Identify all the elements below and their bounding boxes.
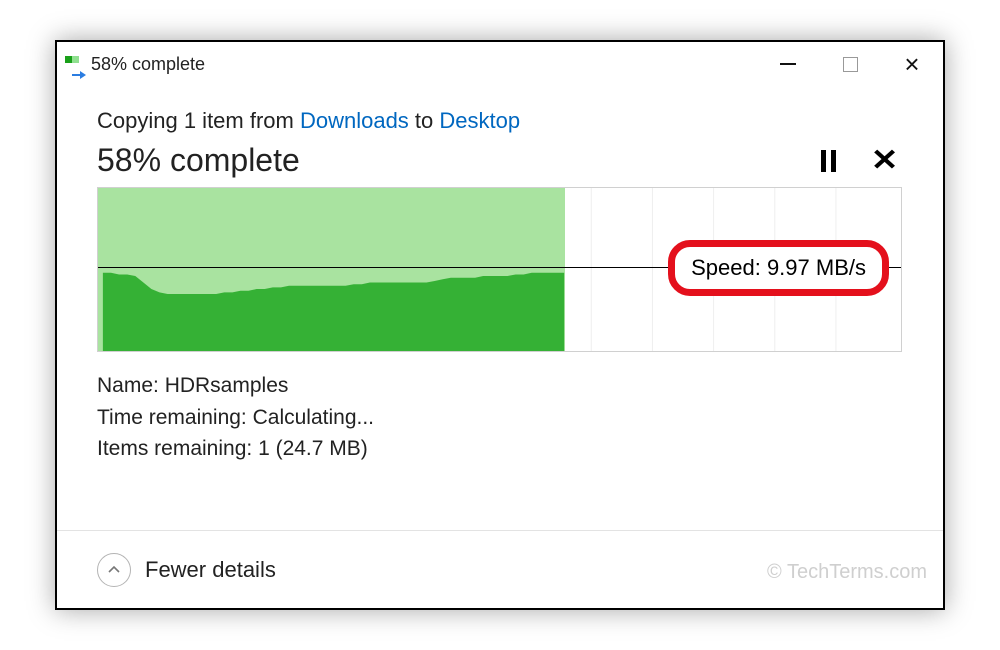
desc-mid: to	[409, 108, 440, 133]
detail-name-row: Name: HDRsamples	[97, 370, 903, 402]
titlebar: 58% complete ×	[57, 42, 943, 86]
toggle-details-button[interactable]	[97, 553, 131, 587]
watermark: © TechTerms.com	[767, 561, 927, 584]
detail-time-row: Time remaining: Calculating...	[97, 402, 903, 434]
items-value: 1 (24.7 MB)	[258, 437, 368, 460]
copy-dialog: 58% complete × Copying 1 item from Downl…	[55, 40, 945, 610]
progress-status: 58% complete	[97, 142, 821, 179]
source-folder-link[interactable]: Downloads	[300, 108, 409, 133]
cancel-button[interactable]: ✕	[871, 150, 899, 172]
dest-folder-link[interactable]: Desktop	[439, 108, 520, 133]
speed-graph: Speed: 9.97 MB/s	[97, 187, 902, 352]
operation-description: Copying 1 item from Downloads to Desktop	[97, 108, 903, 134]
details-block: Name: HDRsamples Time remaining: Calcula…	[97, 370, 903, 465]
dialog-body: Copying 1 item from Downloads to Desktop…	[57, 86, 943, 465]
copy-progress-icon	[65, 56, 85, 72]
minimize-button[interactable]	[757, 42, 819, 86]
close-button[interactable]: ×	[881, 42, 943, 86]
name-value: HDRsamples	[165, 374, 289, 397]
detail-items-row: Items remaining: 1 (24.7 MB)	[97, 433, 903, 465]
speed-label-callout: Speed: 9.97 MB/s	[668, 240, 889, 296]
items-label: Items remaining:	[97, 437, 258, 460]
window-title: 58% complete	[91, 54, 205, 75]
window-controls: ×	[757, 42, 943, 86]
time-value: Calculating...	[253, 406, 374, 429]
time-label: Time remaining:	[97, 406, 253, 429]
maximize-button[interactable]	[819, 42, 881, 86]
pause-button[interactable]	[821, 150, 836, 172]
chevron-up-icon	[107, 563, 121, 577]
name-label: Name:	[97, 374, 165, 397]
desc-prefix: Copying 1 item from	[97, 108, 300, 133]
